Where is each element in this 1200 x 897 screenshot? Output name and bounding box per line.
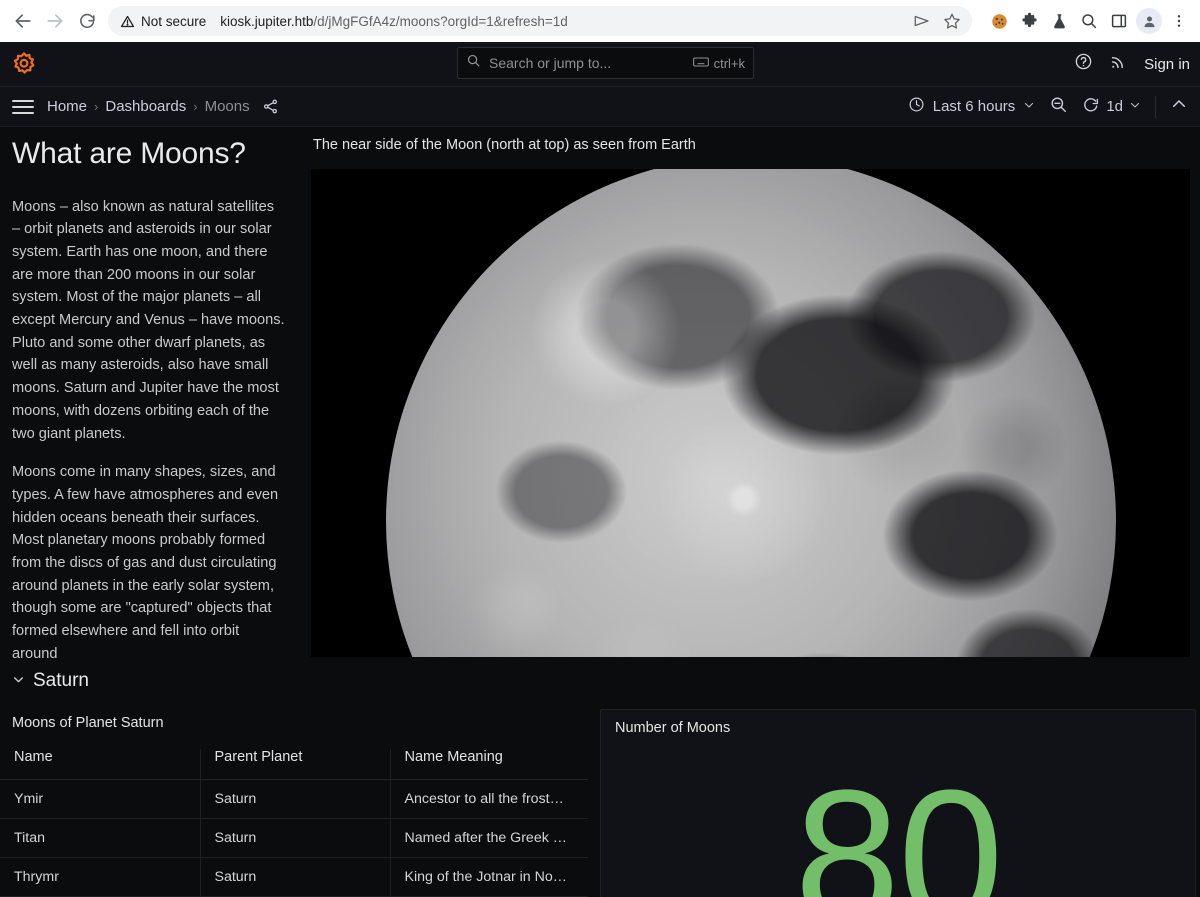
panel-number-of-moons: Number of Moons 80	[600, 709, 1196, 897]
search-shortcut: ctrl+k	[692, 55, 745, 71]
column-header-name-meaning[interactable]: Name Meaning	[390, 749, 588, 780]
column-header-name[interactable]: Name	[0, 749, 201, 780]
panel-title-moon-image: The near side of the Moon (north at top)…	[313, 137, 696, 153]
star-icon[interactable]	[938, 7, 966, 35]
dashboard-canvas: What are Moons? Moons – also known as na…	[0, 127, 1200, 897]
cell-parent-planet: Saturn	[200, 857, 391, 897]
three-dot-menu-icon[interactable]	[1166, 8, 1192, 34]
hamburger-menu-icon[interactable]	[8, 92, 38, 122]
moon-disc	[385, 169, 1116, 657]
chevron-down-icon	[1023, 99, 1035, 114]
breadcrumb: Home › Dashboards › Moons	[47, 98, 250, 115]
address-bar[interactable]: Not secure kiosk.jupiter.htb/d/jMgFGfA4z…	[108, 6, 972, 36]
search-placeholder: Search or jump to...	[489, 55, 612, 72]
clock-icon	[908, 96, 925, 117]
cell-name-meaning: Ancestor to all the frost…	[390, 779, 588, 819]
security-status-label: Not secure	[141, 13, 207, 29]
url-text[interactable]: kiosk.jupiter.htb/d/jMgFGfA4z/moons?orgI…	[216, 14, 908, 29]
time-range-picker[interactable]: Last 6 hours	[908, 96, 1036, 117]
panel-moon-image: The near side of the Moon (north at top)…	[311, 127, 1190, 661]
warning-triangle-icon	[120, 15, 135, 27]
forward-arrow-icon[interactable]	[40, 6, 70, 36]
url-host: kiosk.jupiter.htb	[220, 13, 314, 29]
page-title: What are Moons?	[12, 137, 246, 170]
grafana-top-bar: Search or jump to... ctrl+k Sign in	[0, 42, 1200, 87]
back-arrow-icon[interactable]	[8, 6, 38, 36]
cookie-icon[interactable]	[986, 8, 1012, 34]
cell-name: Thrymr	[0, 857, 201, 897]
puzzle-piece-icon[interactable]	[1016, 8, 1042, 34]
sidebar-panel-icon[interactable]	[1106, 8, 1132, 34]
help-circle-icon[interactable]	[1074, 52, 1093, 76]
cell-name: Ymir	[0, 779, 201, 819]
stat-value: 80	[794, 751, 1003, 897]
extensions-tray	[980, 8, 1192, 34]
rss-news-icon[interactable]	[1109, 52, 1128, 76]
cell-parent-planet: Saturn	[200, 779, 391, 819]
refresh-icon[interactable]	[1082, 96, 1100, 118]
url-path: /d/jMgFGfA4z/moons?orgId=1&refresh=1d	[313, 13, 568, 29]
cell-name-meaning: Named after the Greek …	[390, 818, 588, 858]
share-nodes-icon[interactable]	[262, 98, 279, 115]
time-range-label: Last 6 hours	[932, 98, 1016, 115]
search-shortcut-label: ctrl+k	[713, 55, 745, 71]
panel-moons-of-saturn: Moons of Planet Saturn Name Parent Plane…	[0, 707, 588, 897]
row-header-label: Saturn	[33, 670, 89, 691]
security-status[interactable]: Not secure	[108, 6, 217, 36]
reload-icon[interactable]	[72, 6, 102, 36]
breadcrumb-separator: ›	[193, 99, 198, 114]
grafana-logo-icon[interactable]	[8, 48, 40, 80]
table-row[interactable]: Titan Saturn Named after the Greek …	[0, 818, 588, 858]
dashboard-controls: Last 6 hours 1d	[908, 95, 1192, 119]
panel-title-moons-table: Moons of Planet Saturn	[12, 715, 164, 731]
column-header-parent-planet[interactable]: Parent Planet	[200, 749, 391, 780]
breadcrumb-item-moons[interactable]: Moons	[205, 98, 250, 115]
sign-in-button[interactable]: Sign in	[1144, 56, 1190, 73]
table-header-row: Name Parent Planet Name Meaning	[0, 749, 588, 780]
table-row[interactable]: Thrymr Saturn King of the Jotnar in No…	[0, 857, 588, 897]
paragraph-2: Moons come in many shapes, sizes, and ty…	[12, 464, 279, 661]
chevron-up-icon[interactable]	[1170, 95, 1188, 118]
breadcrumb-item-dashboards[interactable]: Dashboards	[105, 98, 186, 115]
breadcrumb-separator: ›	[94, 99, 99, 114]
keyboard-icon	[692, 56, 709, 71]
paragraph-1: Moons – also known as natural satellites…	[12, 198, 285, 442]
cell-parent-planet: Saturn	[200, 818, 391, 858]
browser-toolbar: Not secure kiosk.jupiter.htb/d/jMgFGfA4z…	[0, 0, 1200, 42]
search-input[interactable]: Search or jump to... ctrl+k	[457, 47, 754, 80]
panel-what-are-moons: What are Moons? Moons – also known as na…	[0, 127, 300, 661]
cell-name-meaning: King of the Jotnar in No…	[390, 857, 588, 897]
chevron-down-icon	[1129, 99, 1141, 114]
top-bar-actions: Sign in	[1074, 52, 1200, 76]
table-row[interactable]: Ymir Saturn Ancestor to all the frost…	[0, 779, 588, 819]
refresh-control[interactable]: 1d	[1082, 96, 1141, 118]
chevron-down-icon[interactable]	[12, 673, 25, 689]
divider	[1155, 95, 1156, 118]
cell-name: Titan	[0, 818, 201, 858]
breadcrumb-item-home[interactable]: Home	[47, 98, 87, 115]
panel-title-number-of-moons: Number of Moons	[615, 720, 731, 736]
flask-icon[interactable]	[1046, 8, 1072, 34]
refresh-interval-label: 1d	[1106, 98, 1123, 115]
profile-avatar-icon[interactable]	[1136, 8, 1162, 34]
row-header-saturn[interactable]: Saturn	[0, 663, 1200, 699]
magnifier-icon[interactable]	[1076, 8, 1102, 34]
send-share-icon[interactable]	[908, 7, 936, 35]
breadcrumb-bar: Home › Dashboards › Moons Last 6 hours 1…	[0, 87, 1200, 127]
moon-photograph	[311, 169, 1190, 657]
zoom-out-icon[interactable]	[1049, 95, 1068, 119]
moons-table: Name Parent Planet Name Meaning Ymir Sat…	[0, 749, 588, 897]
search-icon	[466, 53, 481, 73]
